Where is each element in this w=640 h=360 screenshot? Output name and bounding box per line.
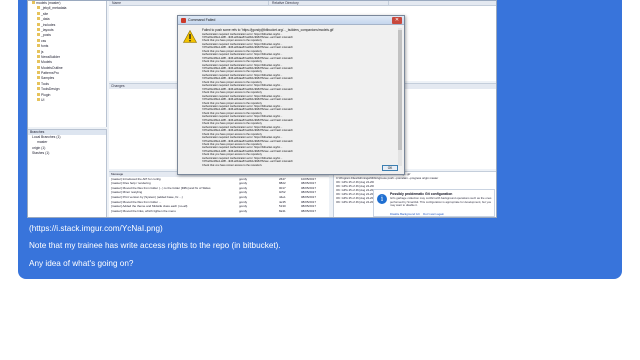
folder-icon	[37, 60, 40, 64]
warning-icon	[183, 30, 197, 43]
folder-icon	[37, 33, 40, 37]
info-icon: i	[377, 194, 387, 204]
folder-icon	[37, 87, 40, 91]
folder-icon	[37, 49, 40, 53]
tree-item-label: PatternsPro	[41, 71, 59, 76]
folder-icon	[37, 17, 40, 21]
folder-icon	[37, 54, 40, 58]
dont-warn-link[interactable]: Don't warn again	[423, 212, 444, 216]
folder-icon	[37, 65, 40, 69]
dialog-title-bar: Command Failed ✕	[178, 16, 404, 25]
ok-button[interactable]: OK	[382, 165, 398, 171]
journal-cell: gondy	[239, 208, 248, 213]
close-button[interactable]: ✕	[392, 17, 402, 24]
branches-panel: Branches Local Branches (1) master origin …	[28, 129, 107, 217]
folder-icon	[37, 11, 40, 15]
tree-item-label: js	[41, 49, 44, 54]
journal-cell: 08/05/2017	[301, 208, 317, 213]
dialog-message-line: Check that you have proper access to the…	[202, 163, 262, 166]
folder-icon	[37, 98, 40, 102]
tree-item-label: ToolsDesign	[41, 87, 60, 92]
folder-icon	[37, 92, 40, 96]
notice-body: Git's garbage collection may conflict wi…	[390, 196, 492, 208]
dialog-message: Failed to push some refs to 'https://jgo…	[202, 28, 400, 166]
tree-item-label: UI	[41, 98, 45, 103]
files-grid-header: Name Relative Directory	[109, 1, 496, 6]
tree-item[interactable]: UI	[28, 98, 106, 103]
tree-item-label: _data	[41, 17, 50, 22]
tree-item-label: _jekyll_metadata	[41, 6, 67, 11]
journal-panel: Message Author SHA-1 Date [master] Intro…	[109, 171, 329, 217]
folder-icon	[37, 81, 40, 85]
console-line: OK: GPG 25 of 46 [Aug 24-2018] 14:25:38	[336, 200, 374, 204]
journal-cell: [master] Moved the links, which lighten …	[111, 208, 176, 213]
tree-item-label: _site	[41, 11, 49, 16]
post-paragraph-2: Any idea of what's going on?	[29, 259, 134, 268]
folder-icon	[37, 27, 40, 31]
folder-icon	[32, 1, 35, 4]
folder-icon	[37, 22, 40, 26]
tree-item-label: css	[41, 38, 47, 43]
tree-item-label: _posts	[41, 33, 51, 38]
tree-item-label: models (master)	[36, 1, 61, 5]
tree-item-label: fonts	[41, 44, 49, 49]
folder-icon	[37, 71, 40, 75]
tree-item-label: _layouts	[41, 27, 54, 32]
dialog-title: Command Failed	[188, 18, 216, 22]
column-relative-directory[interactable]: Relative Directory	[269, 1, 389, 5]
repository-tree: models (master) _jekyll_metadata _site _dat…	[28, 1, 107, 127]
tree-item-label: Tools	[41, 81, 49, 86]
disable-gc-link[interactable]: Disable Background GC	[390, 212, 420, 216]
scrollbar-thumb[interactable]	[398, 30, 402, 150]
folder-icon	[37, 6, 40, 10]
command-failed-dialog: Command Failed ✕ Failed to push some ref…	[177, 15, 405, 175]
tree-item-label: Samples	[41, 76, 55, 81]
journal-cell: 8a31	[279, 208, 286, 213]
folder-icon	[37, 38, 40, 42]
dialog-scrollbar[interactable]	[398, 28, 402, 166]
folder-icon	[37, 44, 40, 48]
embedded-screenshot: models (master) _jekyll_metadata _site _dat…	[27, 0, 497, 218]
app-icon	[181, 18, 186, 23]
journal-row[interactable]: [master] Moved the links, which lighten …	[109, 209, 329, 214]
notice-links: Disable Background GC Don't warn again	[390, 212, 444, 216]
tree-item-label: NewsBuilder	[41, 54, 61, 59]
tree-item-label: ModelsOutline	[41, 65, 63, 70]
tree-item-label: Plugin	[41, 92, 51, 97]
branch-item[interactable]: Stashes (1)	[28, 151, 106, 156]
post-paragraph-1: Note that my trainee has write access ri…	[29, 241, 281, 250]
column-name[interactable]: Name	[109, 1, 269, 5]
tree-item-label: _includes	[41, 22, 56, 27]
git-config-notice: i Possibly problematic Git configuration…	[373, 189, 495, 217]
tree-item-label: Models	[41, 60, 52, 65]
image-link[interactable]: (https://i.stack.imgur.com/YcNaI.png)	[29, 224, 163, 233]
folder-icon	[37, 76, 40, 80]
